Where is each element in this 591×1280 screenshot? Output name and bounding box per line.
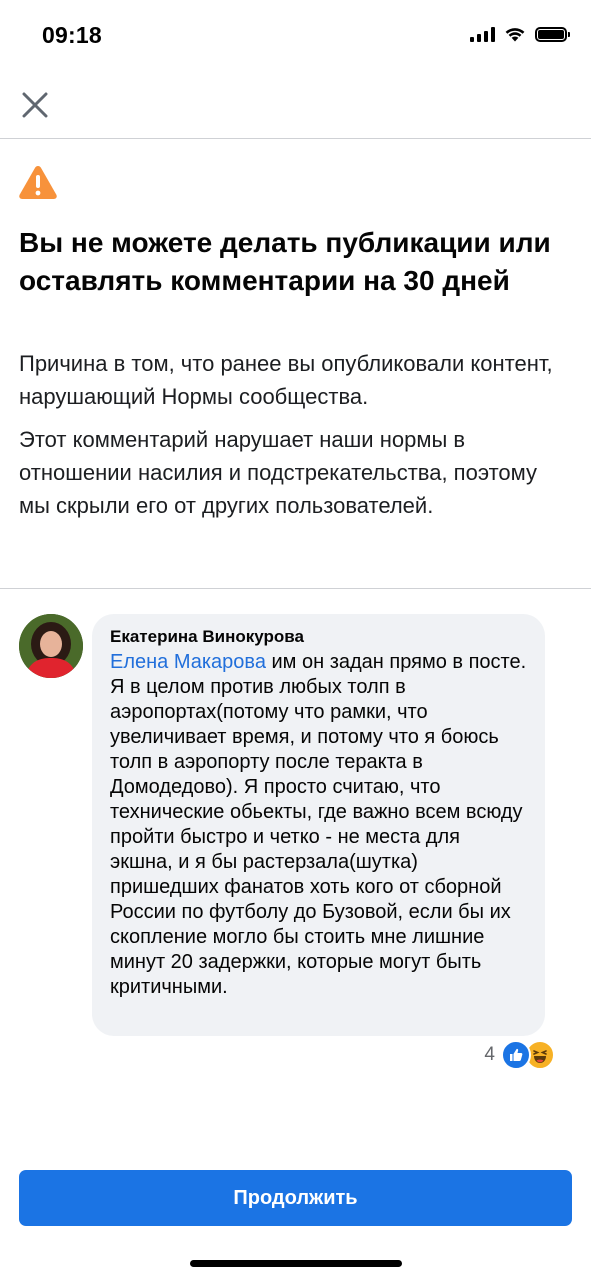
close-icon (22, 92, 48, 118)
status-bar: 09:18 (0, 0, 591, 72)
comment-author[interactable]: Екатерина Винокурова (110, 626, 527, 648)
warning-icon (19, 166, 57, 199)
reactions-summary[interactable]: 4 (484, 1040, 555, 1070)
header-divider (0, 138, 591, 139)
notice-title: Вы не можете делать публикации или остав… (19, 227, 551, 296)
comment-body: им он задан прямо в посте. Я в целом про… (110, 651, 527, 998)
notice-explanation: Этот комментарий нарушает наши нормы в о… (19, 427, 538, 518)
content-divider (0, 588, 591, 589)
comment-text: Елена Макарова им он задан прямо в посте… (110, 650, 527, 1000)
mention-link[interactable]: Елена Макарова (110, 651, 266, 673)
battery-icon (535, 26, 570, 42)
comment-bubble[interactable]: Екатерина Винокурова Елена Макарова им о… (92, 614, 545, 1036)
close-button[interactable] (18, 88, 52, 122)
continue-button[interactable]: Продолжить (19, 1170, 572, 1226)
notice-reason: Причина в том, что ранее вы опубликовали… (19, 351, 553, 409)
status-time: 09:18 (42, 22, 102, 48)
reaction-count: 4 (484, 1044, 495, 1065)
avatar[interactable] (19, 614, 83, 678)
like-reaction-icon (501, 1040, 531, 1070)
home-indicator (190, 1260, 402, 1267)
cellular-signal-icon (470, 26, 495, 42)
avatar-photo (19, 614, 83, 678)
wifi-icon (505, 28, 525, 42)
status-icons (470, 26, 570, 42)
